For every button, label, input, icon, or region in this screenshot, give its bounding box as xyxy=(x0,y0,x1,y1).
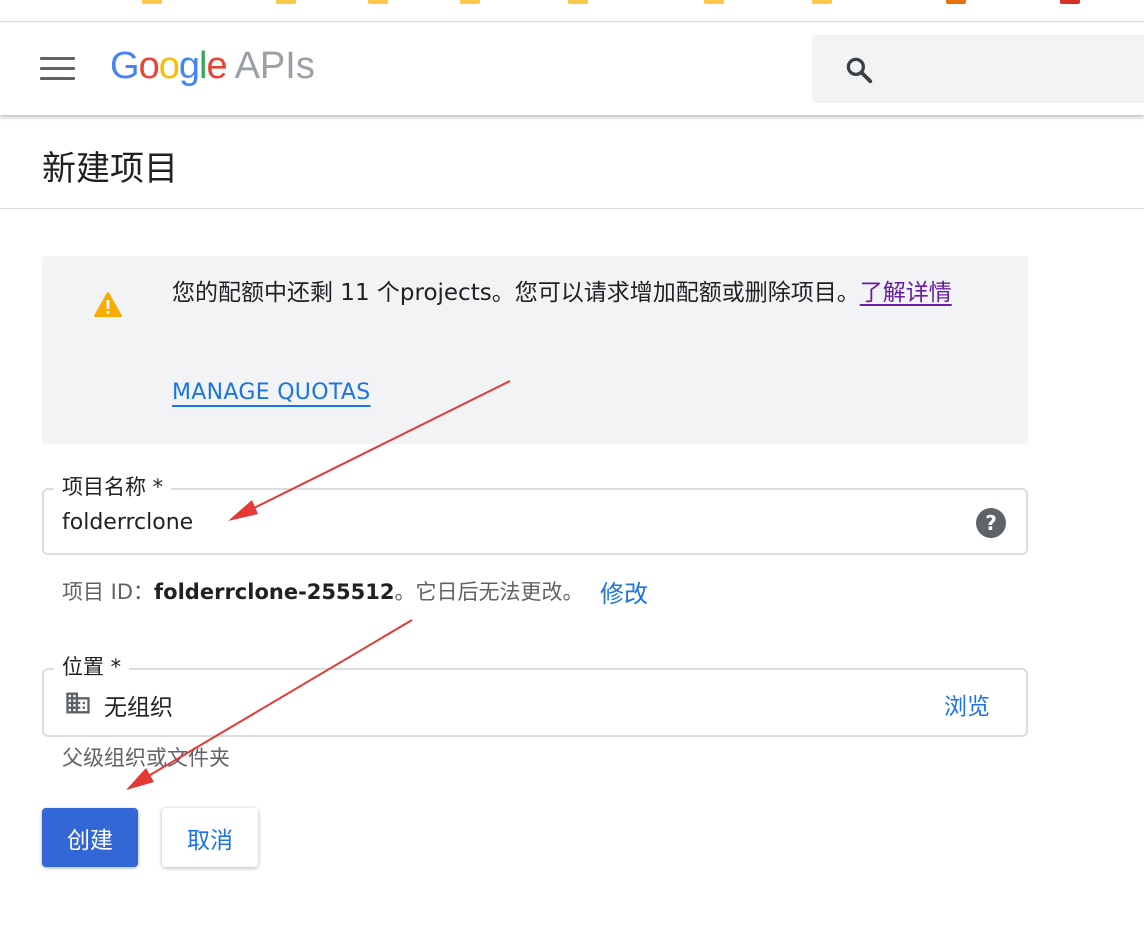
browse-button[interactable]: 浏览 xyxy=(944,687,990,721)
bookmark-favicon-icon[interactable] xyxy=(1060,0,1080,4)
title-bar: 新建项目 xyxy=(0,115,1144,209)
project-name-input[interactable] xyxy=(62,506,962,538)
help-icon[interactable]: ? xyxy=(976,508,1006,538)
learn-more-link[interactable]: 了解详情 xyxy=(860,280,952,306)
app-header: Google APIs xyxy=(0,23,1144,115)
project-id-suffix: 。它日后无法更改。 xyxy=(394,580,584,604)
hamburger-menu-icon[interactable] xyxy=(40,57,76,83)
bookmark-folder-icon[interactable] xyxy=(368,0,388,4)
bookmark-folder-icon[interactable] xyxy=(276,0,296,4)
page-title: 新建项目 xyxy=(42,149,178,189)
bookmark-folder-icon[interactable] xyxy=(704,0,724,4)
bookmark-folder-icon[interactable] xyxy=(142,0,162,4)
location-label: 位置 * xyxy=(54,652,130,682)
manage-quotas-link[interactable]: MANAGE QUOTAS xyxy=(172,380,370,405)
location-value: 无组织 xyxy=(104,695,173,721)
location-hint: 父级组织或文件夹 xyxy=(62,746,230,770)
project-id-text: 项目 ID：folderrclone-255512。它日后无法更改。 xyxy=(62,576,583,608)
search-bar[interactable] xyxy=(812,35,1144,103)
bookmark-folder-icon[interactable] xyxy=(460,0,480,4)
notice-text: 您的配额中还剩 11 个projects。您可以请求增加配额或删除项目。了解详情 xyxy=(172,274,1002,312)
bookmark-favicon-icon[interactable] xyxy=(946,0,966,4)
project-id-prefix: 项目 ID： xyxy=(62,580,155,604)
create-button[interactable]: 创建 xyxy=(42,808,138,867)
project-id-value: folderrclone-255512 xyxy=(154,580,395,604)
bookmark-folder-icon[interactable] xyxy=(812,0,832,4)
bookmarks-bar xyxy=(0,0,1144,22)
quota-notice: 您的配额中还剩 11 个projects。您可以请求增加配额或删除项目。了解详情… xyxy=(42,256,1028,444)
logo-apis: APIs xyxy=(234,45,315,87)
location-field[interactable]: 位置 * 无组织 浏览 xyxy=(42,652,1028,737)
project-name-field[interactable]: 项目名称 * ? xyxy=(42,472,1028,555)
building-icon xyxy=(66,692,90,714)
search-icon[interactable] xyxy=(844,55,874,85)
project-name-label: 项目名称 * xyxy=(54,472,172,502)
google-apis-logo[interactable]: Google APIs xyxy=(110,45,315,88)
notice-message: 您的配额中还剩 11 个projects。您可以请求增加配额或删除项目。 xyxy=(172,280,860,306)
warning-icon xyxy=(94,292,122,317)
logo-google: Google xyxy=(110,45,228,87)
cancel-button[interactable]: 取消 xyxy=(162,808,258,867)
edit-project-id-link[interactable]: 修改 xyxy=(600,574,648,609)
bookmark-folder-icon[interactable] xyxy=(568,0,588,4)
